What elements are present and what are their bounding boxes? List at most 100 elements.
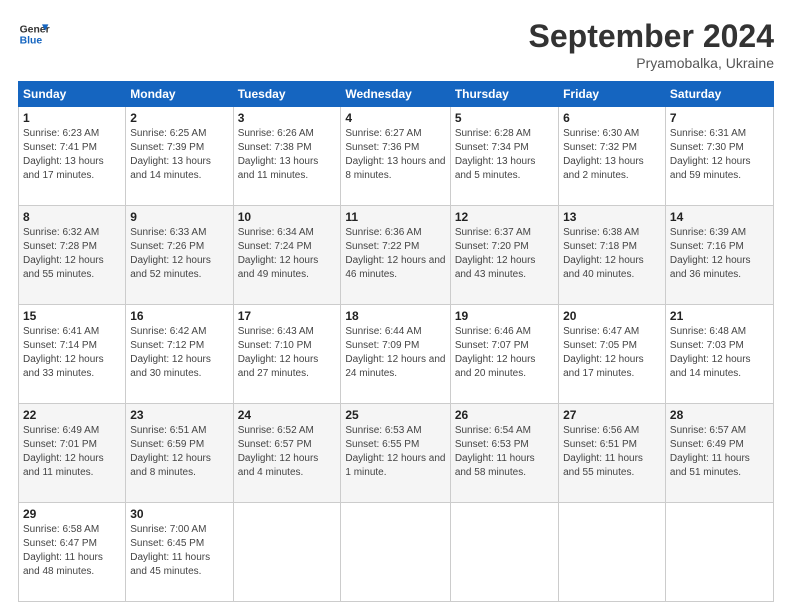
table-row: 9 Sunrise: 6:33 AM Sunset: 7:26 PM Dayli…: [126, 206, 233, 305]
svg-text:Blue: Blue: [20, 36, 43, 47]
day-info: Sunrise: 6:27 AM Sunset: 7:36 PM Dayligh…: [345, 128, 445, 181]
day-number: 3: [238, 111, 337, 125]
day-number: 5: [455, 111, 554, 125]
day-info: Sunrise: 6:37 AM Sunset: 7:20 PM Dayligh…: [455, 227, 536, 280]
day-number: 18: [345, 309, 445, 323]
table-row: [665, 503, 773, 602]
day-info: Sunrise: 6:54 AM Sunset: 6:53 PM Dayligh…: [455, 425, 535, 478]
day-info: Sunrise: 6:23 AM Sunset: 7:41 PM Dayligh…: [23, 128, 104, 181]
table-row: 3 Sunrise: 6:26 AM Sunset: 7:38 PM Dayli…: [233, 107, 341, 206]
day-number: 4: [345, 111, 445, 125]
day-info: Sunrise: 6:49 AM Sunset: 7:01 PM Dayligh…: [23, 425, 104, 478]
day-number: 7: [670, 111, 769, 125]
table-row: 13 Sunrise: 6:38 AM Sunset: 7:18 PM Dayl…: [559, 206, 666, 305]
page: General Blue September 2024 Pryamobalka,…: [0, 0, 792, 612]
day-number: 13: [563, 210, 661, 224]
calendar-week-row: 1 Sunrise: 6:23 AM Sunset: 7:41 PM Dayli…: [19, 107, 774, 206]
day-number: 23: [130, 408, 228, 422]
month-title: September 2024: [529, 18, 774, 55]
day-info: Sunrise: 6:32 AM Sunset: 7:28 PM Dayligh…: [23, 227, 104, 280]
day-number: 12: [455, 210, 554, 224]
day-info: Sunrise: 6:57 AM Sunset: 6:49 PM Dayligh…: [670, 425, 750, 478]
table-row: 8 Sunrise: 6:32 AM Sunset: 7:28 PM Dayli…: [19, 206, 126, 305]
table-row: 27 Sunrise: 6:56 AM Sunset: 6:51 PM Dayl…: [559, 404, 666, 503]
calendar-table: Sunday Monday Tuesday Wednesday Thursday…: [18, 81, 774, 602]
table-row: 17 Sunrise: 6:43 AM Sunset: 7:10 PM Dayl…: [233, 305, 341, 404]
day-info: Sunrise: 6:26 AM Sunset: 7:38 PM Dayligh…: [238, 128, 319, 181]
day-number: 9: [130, 210, 228, 224]
table-row: 16 Sunrise: 6:42 AM Sunset: 7:12 PM Dayl…: [126, 305, 233, 404]
calendar-week-row: 29 Sunrise: 6:58 AM Sunset: 6:47 PM Dayl…: [19, 503, 774, 602]
day-info: Sunrise: 6:56 AM Sunset: 6:51 PM Dayligh…: [563, 425, 643, 478]
day-info: Sunrise: 6:53 AM Sunset: 6:55 PM Dayligh…: [345, 425, 445, 478]
table-row: 5 Sunrise: 6:28 AM Sunset: 7:34 PM Dayli…: [450, 107, 558, 206]
table-row: 25 Sunrise: 6:53 AM Sunset: 6:55 PM Dayl…: [341, 404, 450, 503]
table-row: 6 Sunrise: 6:30 AM Sunset: 7:32 PM Dayli…: [559, 107, 666, 206]
table-row: 18 Sunrise: 6:44 AM Sunset: 7:09 PM Dayl…: [341, 305, 450, 404]
table-row: [233, 503, 341, 602]
day-info: Sunrise: 6:42 AM Sunset: 7:12 PM Dayligh…: [130, 326, 211, 379]
header: General Blue September 2024 Pryamobalka,…: [18, 18, 774, 71]
day-number: 11: [345, 210, 445, 224]
day-info: Sunrise: 6:52 AM Sunset: 6:57 PM Dayligh…: [238, 425, 319, 478]
day-number: 20: [563, 309, 661, 323]
day-info: Sunrise: 6:33 AM Sunset: 7:26 PM Dayligh…: [130, 227, 211, 280]
header-tuesday: Tuesday: [233, 82, 341, 107]
day-info: Sunrise: 6:28 AM Sunset: 7:34 PM Dayligh…: [455, 128, 536, 181]
table-row: 15 Sunrise: 6:41 AM Sunset: 7:14 PM Dayl…: [19, 305, 126, 404]
title-block: September 2024 Pryamobalka, Ukraine: [529, 18, 774, 71]
logo-icon: General Blue: [18, 18, 50, 50]
table-row: 28 Sunrise: 6:57 AM Sunset: 6:49 PM Dayl…: [665, 404, 773, 503]
calendar-week-row: 8 Sunrise: 6:32 AM Sunset: 7:28 PM Dayli…: [19, 206, 774, 305]
day-number: 30: [130, 507, 228, 521]
calendar-week-row: 22 Sunrise: 6:49 AM Sunset: 7:01 PM Dayl…: [19, 404, 774, 503]
table-row: 20 Sunrise: 6:47 AM Sunset: 7:05 PM Dayl…: [559, 305, 666, 404]
day-number: 22: [23, 408, 121, 422]
day-info: Sunrise: 6:25 AM Sunset: 7:39 PM Dayligh…: [130, 128, 211, 181]
header-monday: Monday: [126, 82, 233, 107]
day-info: Sunrise: 6:31 AM Sunset: 7:30 PM Dayligh…: [670, 128, 751, 181]
weekday-header-row: Sunday Monday Tuesday Wednesday Thursday…: [19, 82, 774, 107]
day-number: 14: [670, 210, 769, 224]
day-number: 21: [670, 309, 769, 323]
day-number: 15: [23, 309, 121, 323]
day-number: 6: [563, 111, 661, 125]
day-number: 10: [238, 210, 337, 224]
header-sunday: Sunday: [19, 82, 126, 107]
day-info: Sunrise: 6:47 AM Sunset: 7:05 PM Dayligh…: [563, 326, 644, 379]
table-row: 4 Sunrise: 6:27 AM Sunset: 7:36 PM Dayli…: [341, 107, 450, 206]
table-row: 19 Sunrise: 6:46 AM Sunset: 7:07 PM Dayl…: [450, 305, 558, 404]
day-info: Sunrise: 6:39 AM Sunset: 7:16 PM Dayligh…: [670, 227, 751, 280]
table-row: 2 Sunrise: 6:25 AM Sunset: 7:39 PM Dayli…: [126, 107, 233, 206]
day-info: Sunrise: 6:46 AM Sunset: 7:07 PM Dayligh…: [455, 326, 536, 379]
day-info: Sunrise: 6:30 AM Sunset: 7:32 PM Dayligh…: [563, 128, 644, 181]
table-row: 30 Sunrise: 7:00 AM Sunset: 6:45 PM Dayl…: [126, 503, 233, 602]
table-row: 24 Sunrise: 6:52 AM Sunset: 6:57 PM Dayl…: [233, 404, 341, 503]
table-row: 22 Sunrise: 6:49 AM Sunset: 7:01 PM Dayl…: [19, 404, 126, 503]
day-info: Sunrise: 6:36 AM Sunset: 7:22 PM Dayligh…: [345, 227, 445, 280]
location-subtitle: Pryamobalka, Ukraine: [529, 55, 774, 71]
day-number: 24: [238, 408, 337, 422]
table-row: 29 Sunrise: 6:58 AM Sunset: 6:47 PM Dayl…: [19, 503, 126, 602]
day-info: Sunrise: 6:38 AM Sunset: 7:18 PM Dayligh…: [563, 227, 644, 280]
table-row: 14 Sunrise: 6:39 AM Sunset: 7:16 PM Dayl…: [665, 206, 773, 305]
table-row: 23 Sunrise: 6:51 AM Sunset: 6:59 PM Dayl…: [126, 404, 233, 503]
day-number: 25: [345, 408, 445, 422]
day-info: Sunrise: 6:48 AM Sunset: 7:03 PM Dayligh…: [670, 326, 751, 379]
table-row: [450, 503, 558, 602]
day-number: 27: [563, 408, 661, 422]
table-row: 7 Sunrise: 6:31 AM Sunset: 7:30 PM Dayli…: [665, 107, 773, 206]
day-number: 1: [23, 111, 121, 125]
header-saturday: Saturday: [665, 82, 773, 107]
table-row: 1 Sunrise: 6:23 AM Sunset: 7:41 PM Dayli…: [19, 107, 126, 206]
day-number: 17: [238, 309, 337, 323]
day-info: Sunrise: 6:51 AM Sunset: 6:59 PM Dayligh…: [130, 425, 211, 478]
table-row: 26 Sunrise: 6:54 AM Sunset: 6:53 PM Dayl…: [450, 404, 558, 503]
logo: General Blue: [18, 18, 50, 50]
day-info: Sunrise: 6:34 AM Sunset: 7:24 PM Dayligh…: [238, 227, 319, 280]
table-row: 12 Sunrise: 6:37 AM Sunset: 7:20 PM Dayl…: [450, 206, 558, 305]
header-friday: Friday: [559, 82, 666, 107]
table-row: 21 Sunrise: 6:48 AM Sunset: 7:03 PM Dayl…: [665, 305, 773, 404]
calendar-week-row: 15 Sunrise: 6:41 AM Sunset: 7:14 PM Dayl…: [19, 305, 774, 404]
day-number: 26: [455, 408, 554, 422]
